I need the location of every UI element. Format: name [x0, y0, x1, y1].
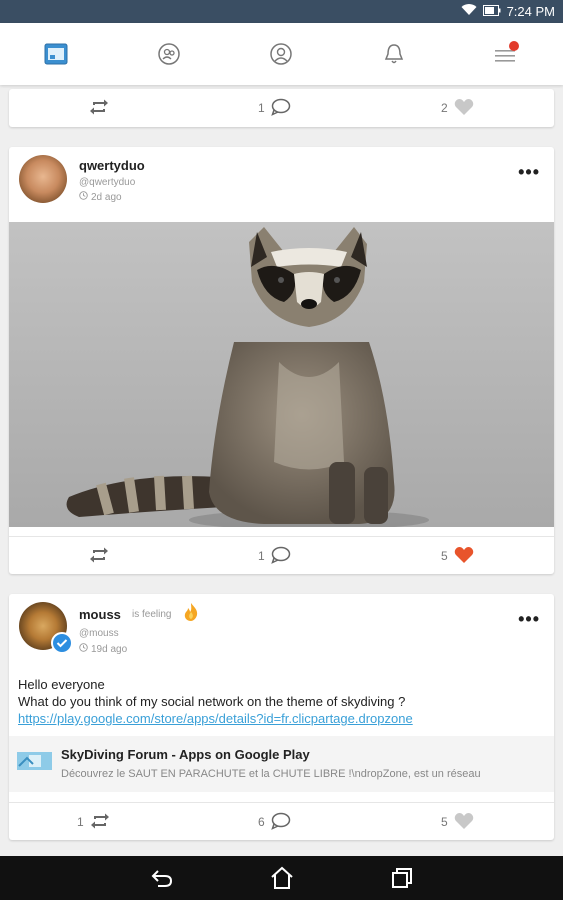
like-button[interactable]: 5 — [441, 537, 474, 575]
feeling-text: is feeling — [132, 609, 172, 620]
post-actions: 1 5 — [9, 536, 554, 575]
comment-icon — [270, 98, 291, 119]
comment-icon — [270, 546, 291, 567]
post-actions: 1 6 5 — [9, 802, 554, 841]
post-image[interactable] — [9, 222, 554, 527]
like-count: 5 — [441, 815, 448, 829]
home-icon[interactable] — [270, 866, 294, 890]
post-time-text: 19d ago — [91, 643, 128, 655]
post-handle: @qwertyduo — [79, 177, 136, 188]
more-options-button[interactable]: ••• — [518, 610, 540, 628]
status-bar: 7:24 PM — [0, 0, 563, 23]
post-link[interactable]: https://play.google.com/store/apps/detai… — [18, 710, 413, 727]
like-count: 5 — [441, 549, 448, 563]
top-nav — [0, 23, 563, 85]
post-actions: 1 2 — [9, 89, 554, 127]
link-preview[interactable]: SkyDiving Forum - Apps on Google Play Dé… — [9, 736, 554, 792]
comment-count: 1 — [258, 549, 265, 563]
back-icon[interactable] — [150, 866, 174, 890]
verified-badge-icon — [51, 632, 73, 654]
comment-icon — [270, 812, 291, 833]
comment-button[interactable]: 1 — [258, 89, 291, 127]
repost-button[interactable]: 1 — [77, 803, 110, 841]
post-time: 19d ago — [79, 643, 127, 655]
groups-icon[interactable] — [156, 41, 182, 67]
comment-count: 6 — [258, 815, 265, 829]
post-text-line: What do you think of my social network o… — [18, 694, 406, 709]
post-card: qwertyduo @qwertyduo 2d ago ••• 1 5 — [9, 147, 554, 574]
system-nav-bar — [0, 856, 563, 900]
heart-icon — [454, 812, 474, 833]
preview-thumbnail-icon — [17, 752, 52, 770]
like-count: 2 — [441, 101, 448, 115]
wifi-icon — [461, 4, 477, 19]
repost-button[interactable] — [89, 537, 109, 575]
recent-apps-icon[interactable] — [390, 866, 414, 890]
comment-button[interactable]: 1 — [258, 537, 291, 575]
status-time: 7:24 PM — [506, 4, 555, 19]
comment-count: 1 — [258, 101, 265, 115]
menu-icon[interactable] — [494, 41, 520, 67]
repost-icon — [90, 813, 110, 832]
bell-icon[interactable] — [381, 41, 407, 67]
avatar[interactable] — [19, 155, 67, 203]
post-username[interactable]: qwertyduo — [79, 158, 145, 173]
fire-icon — [181, 602, 201, 627]
battery-icon — [482, 4, 501, 19]
like-button[interactable]: 2 — [441, 89, 474, 127]
clock-icon — [79, 643, 88, 655]
comment-button[interactable]: 6 — [258, 803, 291, 841]
preview-description: Découvrez le SAUT EN PARACHUTE et la CHU… — [61, 768, 481, 780]
repost-button[interactable] — [89, 89, 109, 127]
post-time-text: 2d ago — [91, 191, 122, 203]
post-text-line: Hello everyone — [18, 677, 105, 692]
repost-icon — [89, 547, 109, 566]
heart-icon — [454, 546, 474, 567]
profile-icon[interactable] — [268, 41, 294, 67]
feed-icon[interactable] — [43, 41, 69, 67]
post-time: 2d ago — [79, 191, 122, 203]
more-options-button[interactable]: ••• — [518, 163, 540, 181]
post-username[interactable]: mouss — [79, 607, 121, 622]
clock-icon — [79, 191, 88, 203]
post-card: mouss is feeling @mouss 19d ago ••• Hell… — [9, 594, 554, 840]
post-handle: @mouss — [79, 628, 119, 639]
post-card: 1 2 — [9, 89, 554, 127]
like-button[interactable]: 5 — [441, 803, 474, 841]
repost-count: 1 — [77, 815, 84, 829]
heart-icon — [454, 98, 474, 119]
preview-title: SkyDiving Forum - Apps on Google Play — [61, 747, 310, 762]
repost-icon — [89, 99, 109, 118]
